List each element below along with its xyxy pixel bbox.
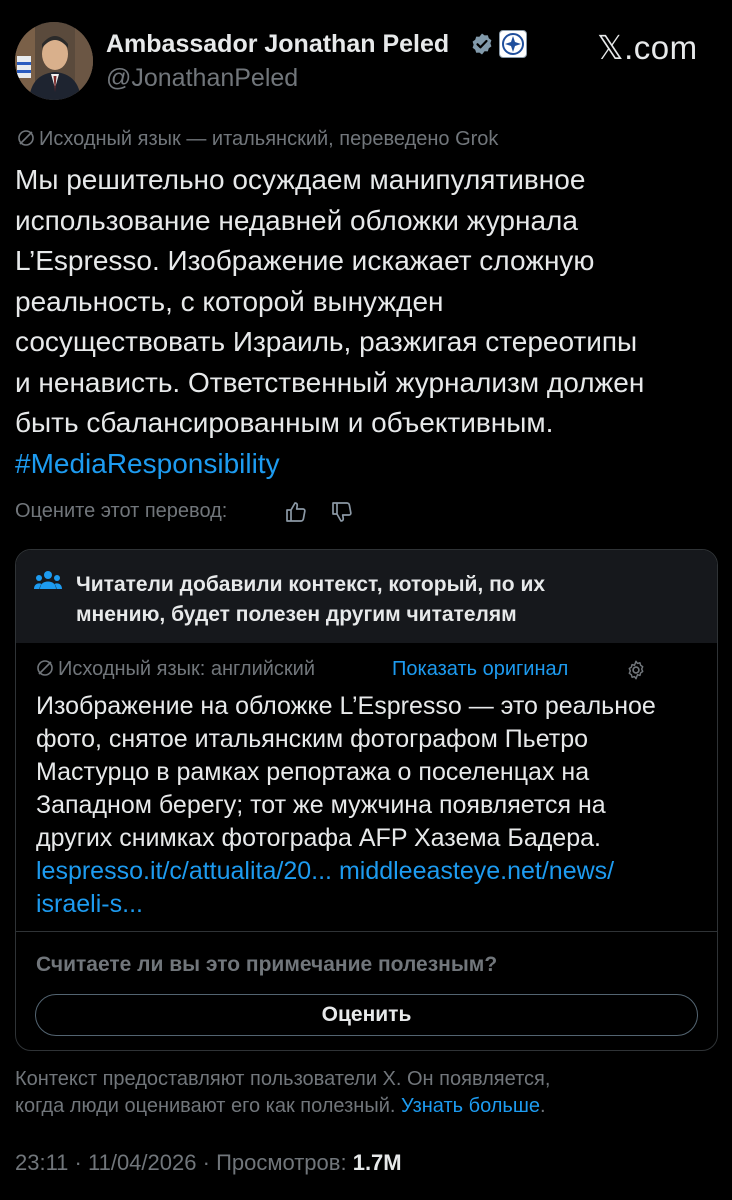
note-links-line: lespresso.it/c/attualita/20... middleeas… [36,855,706,888]
learn-more-link[interactable]: Узнать больше [401,1095,540,1117]
source-link-middleeasteye[interactable]: middleeasteye.net/news/ [339,857,614,885]
note-line: других снимках фотографа AFP Хазема Баде… [36,824,601,852]
note-line: Западном берегу; тот же мужчина появляет… [36,791,606,819]
tweet-time[interactable]: 23:11 [15,1150,68,1175]
note-source-language: Исходный язык: английский [36,658,315,681]
views-label: Просмотров: [216,1150,347,1175]
avatar[interactable] [15,22,93,100]
community-note-header: Читатели добавили контекст, который, по … [16,550,717,643]
show-original-link[interactable]: Показать оригинал [392,658,568,681]
community-note-card: Читатели добавили контекст, который, по … [15,549,718,1051]
verified-badge-icon [472,33,492,55]
divider [16,931,717,932]
tweet-line: реальность, с которой вынужден [15,285,444,317]
globe-icon [36,658,58,681]
author-name[interactable]: Ambassador Jonathan Peled [106,30,449,59]
translation-notice: Исходный язык — итальянский, переведено … [17,128,498,151]
hashtag-link[interactable]: #MediaResponsibility [15,444,715,485]
views-count: 1.7M [352,1150,402,1175]
tweet-meta: 23:11 · 11/04/2026 · Просмотров: 1.7M [15,1150,402,1176]
note-body: Изображение на обложке L’Espresso — это … [36,690,706,921]
tweet-date[interactable]: 11/04/2026 [88,1150,196,1175]
note-line: Мастурцо в рамках репортажа о поселенцах… [36,758,590,786]
x-logo: 𝕏.com [597,29,698,66]
helpful-question: Считаете ли вы это примечание полезным? [36,953,498,976]
note-line: Изображение на обложке L’Espresso — это … [36,692,656,720]
emblem-icon [502,33,524,55]
separator: · [74,1150,82,1175]
separator: · [202,1150,210,1175]
community-note-title: Читатели добавили контекст, который, по … [76,570,676,630]
tweet-line: быть сбалансированным и объективным. [15,407,554,438]
note-source-language-text: Исходный язык: английский [58,658,316,680]
tweet-line: сосуществовать Израиль, разжигая стереот… [15,326,638,357]
rate-note-button[interactable]: Оценить [35,994,698,1036]
author-handle[interactable]: @JonathanPeled [106,64,298,93]
footer-line: Контекст предоставляют пользователи X. О… [15,1068,551,1090]
note-title-line: Читатели добавили контекст, который, по … [76,573,546,596]
tweet-page: Ambassador Jonathan Peled @JonathanPeled… [0,0,732,1200]
source-link-middleeasteye-cont[interactable]: israeli-s... [36,888,706,921]
note-context-footer: Контекст предоставляют пользователи X. О… [15,1066,715,1120]
tweet-text: Мы решительно осуждаем манипулятивное ис… [15,160,715,484]
footer-line-2: когда люди оценивают его как полезный. У… [15,1093,715,1120]
tweet-line: Мы решительно осуждаем манипулятивное [15,164,586,195]
translation-notice-text: Исходный язык — итальянский, переведено … [39,128,499,150]
source-link-lespresso[interactable]: lespresso.it/c/attualita/20... [36,857,332,885]
note-line: фото, снятое итальянским фотографом Пьет… [36,725,589,753]
gear-icon[interactable] [625,659,647,681]
globe-icon [17,128,39,151]
footer-period: . [540,1095,546,1117]
profile-photo [15,22,93,100]
people-icon [34,571,62,589]
note-title-line: мнению, будет полезен другим читателям [76,603,517,626]
thumbs-up-icon[interactable] [284,500,308,524]
government-affiliation-badge-icon[interactable] [499,30,527,58]
tweet-line: и ненависть. Ответственный журнализм дол… [15,366,645,398]
rate-translation-label: Оцените этот перевод: [15,500,228,522]
tweet-line: L’Espresso. Изображение искажает сложную [15,245,595,276]
footer-text: когда люди оценивают его как полезный. [15,1095,396,1117]
tweet-line: использование недавней обложки журнала [15,204,578,236]
thumbs-down-icon[interactable] [330,500,354,524]
